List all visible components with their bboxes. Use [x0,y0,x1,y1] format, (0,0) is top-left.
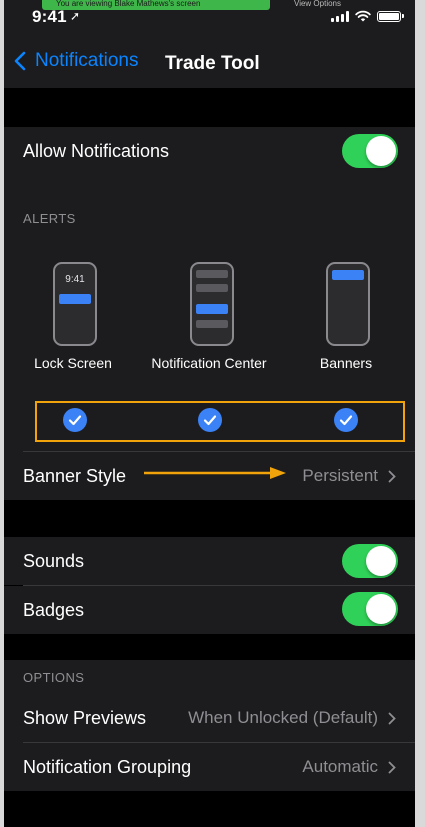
status-icons [331,10,404,22]
badges-toggle[interactable] [342,592,398,626]
toggle-knob [366,136,396,166]
chevron-right-icon [388,470,396,482]
phone-screen: You are viewing Blake Mathews's screen V… [4,0,415,827]
chevron-right-icon [388,712,396,724]
banners-checkmark-icon[interactable] [334,408,358,432]
banner-style-label: Banner Style [23,465,127,486]
notification-grouping-label: Notification Grouping [23,756,192,777]
badges-row: Badges [4,586,415,634]
banners-preview-icon[interactable] [326,262,370,346]
notification-banner-shape [196,304,228,314]
lock-screen-time: 9:41 [65,274,85,285]
navigation-bar: Notifications Trade Tool [4,40,415,88]
show-previews-value-group: When Unlocked (Default) [188,708,396,728]
sounds-label: Sounds [23,550,85,571]
back-label: Notifications [35,50,139,71]
notification-center-label: Notification Center [151,355,267,371]
cellular-signal-icon [331,10,349,22]
notification-center-checkmark-icon[interactable] [198,408,222,432]
status-bar: 9:41 ➚ [4,0,415,30]
chevron-left-icon [14,51,26,71]
battery-icon [377,10,404,22]
lock-screen-checkmark-icon[interactable] [63,408,87,432]
banners-label: Banners [319,355,373,371]
notification-banner-shape [332,270,364,280]
banner-style-value-group: Persistent [302,466,396,486]
banner-style-value: Persistent [302,466,378,485]
notification-grouping-value: Automatic [302,757,378,776]
annotation-arrow-icon [144,467,286,479]
sounds-row: Sounds [4,537,415,585]
options-header: OPTIONS [23,670,85,685]
alerts-header: ALERTS [23,211,76,226]
chevron-right-icon [388,761,396,773]
allow-notifications-row: Allow Notifications [4,127,415,175]
toggle-knob [366,546,396,576]
show-previews-label: Show Previews [23,707,147,728]
show-previews-value: When Unlocked (Default) [188,708,378,727]
toggle-knob [366,594,396,624]
status-time: 9:41 [32,7,67,26]
show-previews-row[interactable]: Show Previews When Unlocked (Default) [4,694,415,742]
location-arrow-icon: ➚ [70,9,81,23]
allow-notifications-label: Allow Notifications [23,140,170,161]
notification-grouping-row[interactable]: Notification Grouping Automatic [4,743,415,791]
sounds-toggle[interactable] [342,544,398,578]
badges-label: Badges [23,599,85,620]
back-button[interactable]: Notifications [14,50,139,72]
page-title: Trade Tool [165,53,260,74]
notification-grouping-value-group: Automatic [302,757,396,777]
notification-banner-shape [59,294,91,304]
notification-center-preview-icon[interactable] [190,262,234,346]
lock-screen-preview-icon[interactable]: 9:41 [53,262,97,346]
wifi-icon [355,10,371,22]
allow-notifications-toggle[interactable] [342,134,398,168]
